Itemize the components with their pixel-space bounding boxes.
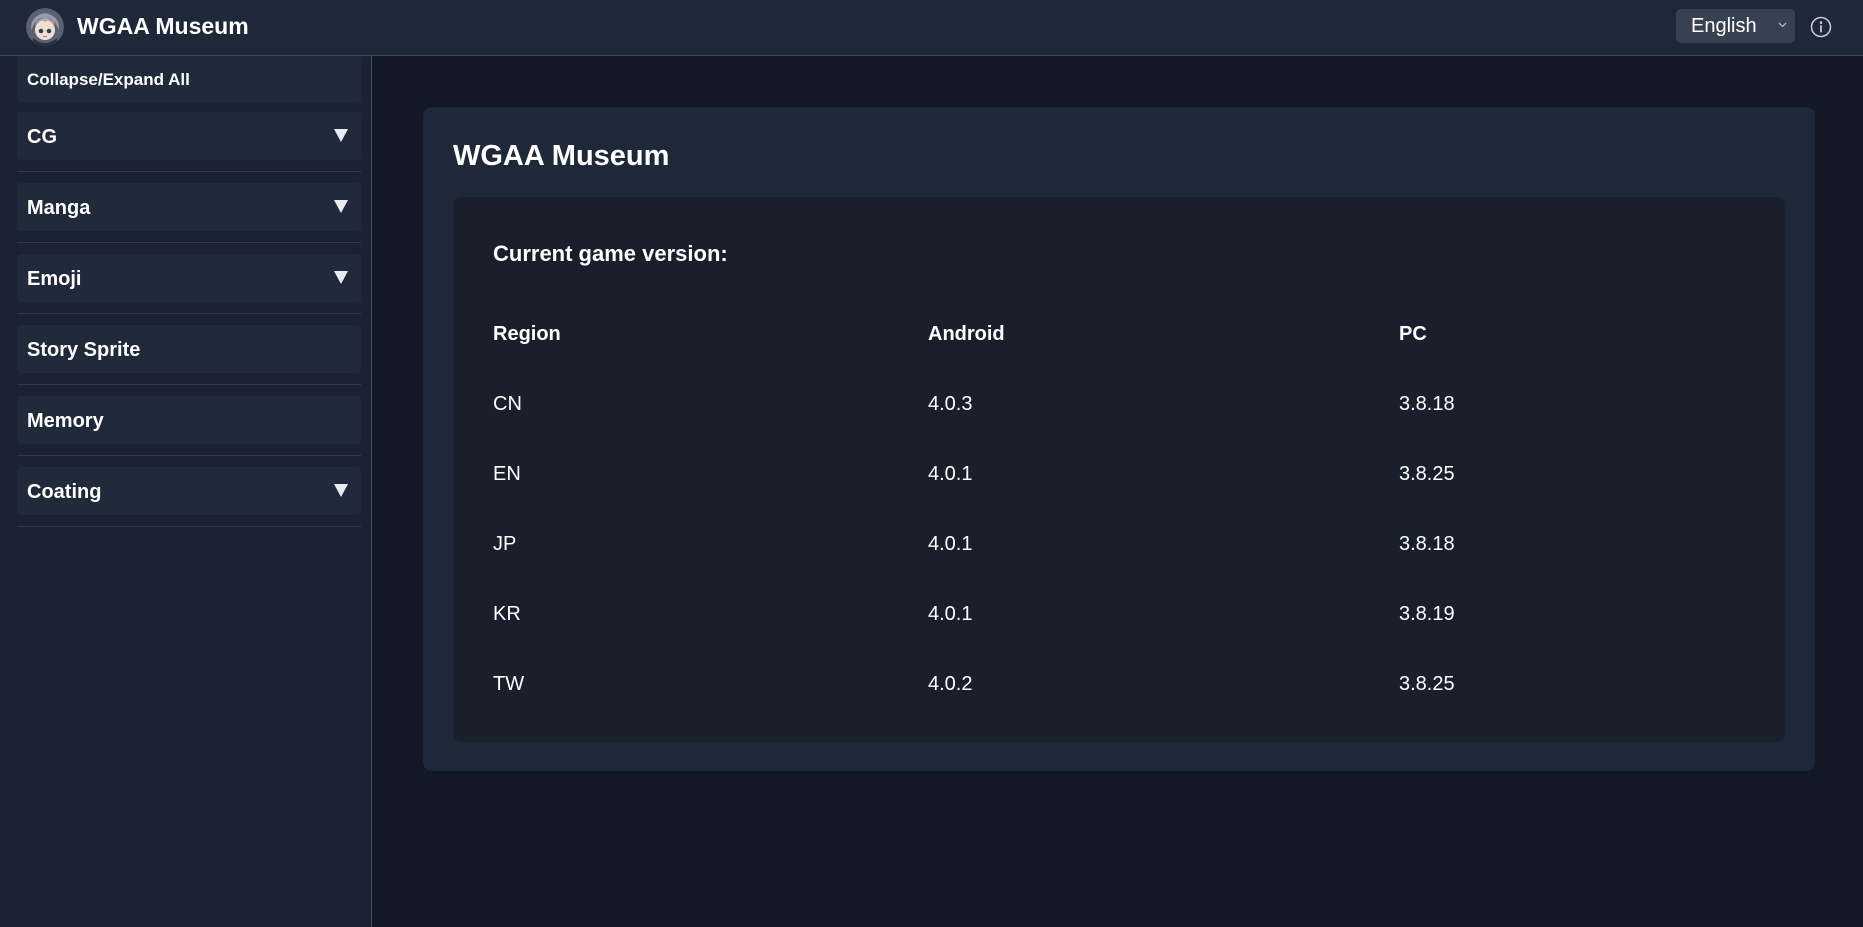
column-header-pc: PC <box>1399 323 1427 345</box>
chevron-down-icon <box>1778 22 1787 28</box>
cell-region: TW <box>493 673 525 695</box>
cell-pc-version: 3.8.25 <box>1399 673 1455 695</box>
sidebar-item-manga[interactable]: Manga <box>17 183 361 231</box>
cell-region: EN <box>493 463 521 485</box>
sidebar-divider <box>17 171 361 172</box>
collapse-expand-all-label: Collapse/Expand All <box>27 70 190 89</box>
sidebar-item-label: Coating <box>27 481 102 503</box>
version-panel: Current game version: Region Android PC … <box>453 197 1785 742</box>
sidebar-divider <box>17 242 361 243</box>
cell-pc-version: 3.8.18 <box>1399 393 1455 415</box>
cell-android-version: 4.0.1 <box>928 463 973 485</box>
cell-android-version: 4.0.3 <box>928 393 973 415</box>
main-card: WGAA Museum Current game version: Region… <box>423 107 1815 771</box>
sidebar-item-label: CG <box>27 126 57 148</box>
sidebar-divider <box>17 384 361 385</box>
cell-pc-version: 3.8.25 <box>1399 463 1455 485</box>
cell-android-version: 4.0.1 <box>928 533 973 555</box>
sidebar-divider <box>17 455 361 456</box>
collapse-expand-all-button[interactable]: Collapse/Expand All <box>17 56 361 102</box>
cell-android-version: 4.0.2 <box>928 673 973 695</box>
cell-region: CN <box>493 393 522 415</box>
sidebar-divider <box>17 526 361 527</box>
column-header-region: Region <box>493 323 561 345</box>
info-icon[interactable] <box>1810 16 1832 38</box>
sidebar-item-label: Memory <box>27 410 104 432</box>
cell-pc-version: 3.8.19 <box>1399 603 1455 625</box>
page-title: WGAA Museum <box>453 140 670 172</box>
top-bar: WGAA Museum English <box>0 0 1863 56</box>
expand-arrow-icon <box>334 200 348 213</box>
cell-android-version: 4.0.1 <box>928 603 973 625</box>
avatar-logo-icon <box>26 8 64 46</box>
sidebar-item-label: Story Sprite <box>27 339 141 361</box>
app-logo-avatar[interactable] <box>26 8 64 46</box>
language-select-value: English <box>1691 15 1757 37</box>
app-title: WGAA Museum <box>77 13 249 39</box>
expand-arrow-icon <box>334 129 348 142</box>
sidebar-item-coating[interactable]: Coating <box>17 467 361 515</box>
sidebar-divider <box>17 313 361 314</box>
cell-region: JP <box>493 533 517 555</box>
sidebar: Collapse/Expand All CG Manga Emoji Story… <box>0 56 372 927</box>
version-heading: Current game version: <box>493 241 728 266</box>
column-header-android: Android <box>928 323 1005 345</box>
sidebar-item-story-sprite[interactable]: Story Sprite <box>17 325 361 373</box>
expand-arrow-icon <box>334 271 348 284</box>
sidebar-item-cg[interactable]: CG <box>17 112 361 160</box>
language-select[interactable]: English <box>1676 9 1795 43</box>
sidebar-item-label: Emoji <box>27 268 82 290</box>
sidebar-item-label: Manga <box>27 197 91 219</box>
expand-arrow-icon <box>334 484 348 497</box>
cell-region: KR <box>493 603 521 625</box>
sidebar-item-memory[interactable]: Memory <box>17 396 361 444</box>
sidebar-item-emoji[interactable]: Emoji <box>17 254 361 302</box>
cell-pc-version: 3.8.18 <box>1399 533 1455 555</box>
